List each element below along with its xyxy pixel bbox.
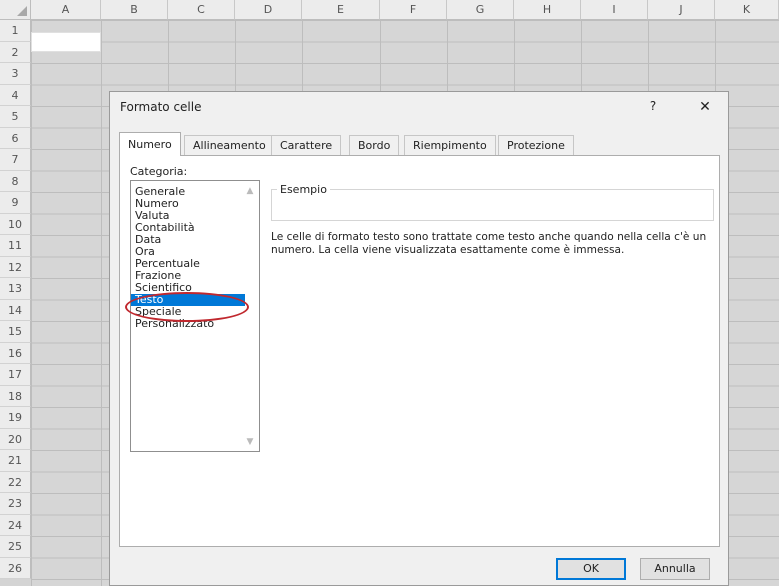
column-header-f[interactable]: F bbox=[380, 0, 447, 20]
column-gridline bbox=[101, 20, 102, 586]
row-header[interactable]: 21 bbox=[0, 450, 31, 472]
row-header[interactable]: 15 bbox=[0, 321, 31, 343]
row-header[interactable]: 1 bbox=[0, 20, 31, 42]
dialog-title: Formato celle bbox=[120, 100, 202, 114]
row-header[interactable]: 5 bbox=[0, 106, 31, 128]
row-header[interactable]: 20 bbox=[0, 428, 31, 450]
row-header[interactable]: 14 bbox=[0, 299, 31, 321]
category-label: Categoria: bbox=[130, 165, 188, 178]
row-header[interactable]: 7 bbox=[0, 149, 31, 171]
scroll-up-icon[interactable]: ▲ bbox=[243, 184, 257, 198]
tab-allineamento[interactable]: Allineamento bbox=[184, 135, 275, 155]
column-header-k[interactable]: K bbox=[715, 0, 779, 20]
close-icon[interactable]: ✕ bbox=[693, 96, 717, 118]
column-header-j[interactable]: J bbox=[648, 0, 715, 20]
tab-protezione[interactable]: Protezione bbox=[498, 135, 574, 155]
column-header-d[interactable]: D bbox=[235, 0, 302, 20]
tab-riempimento[interactable]: Riempimento bbox=[404, 135, 496, 155]
example-label: Esempio bbox=[277, 183, 330, 196]
row-header[interactable]: 12 bbox=[0, 256, 31, 278]
cancel-button[interactable]: Annulla bbox=[640, 558, 710, 580]
row-header[interactable]: 16 bbox=[0, 342, 31, 364]
help-button[interactable]: ? bbox=[643, 96, 663, 116]
row-header[interactable]: 25 bbox=[0, 536, 31, 558]
row-header[interactable]: 11 bbox=[0, 235, 31, 257]
ok-button[interactable]: OK bbox=[556, 558, 626, 580]
row-header[interactable]: 18 bbox=[0, 385, 31, 407]
row-header[interactable]: 26 bbox=[0, 557, 31, 579]
row-header[interactable]: 13 bbox=[0, 278, 31, 300]
tab-numero[interactable]: Numero bbox=[119, 132, 181, 156]
column-header-a[interactable]: A bbox=[31, 0, 101, 20]
tab-carattere[interactable]: Carattere bbox=[271, 135, 342, 155]
row-header[interactable]: 19 bbox=[0, 407, 31, 429]
row-header[interactable]: 2 bbox=[0, 41, 31, 63]
format-description: Le celle di formato testo sono trattate … bbox=[271, 231, 707, 256]
row-header[interactable]: 23 bbox=[0, 493, 31, 515]
column-header-h[interactable]: H bbox=[514, 0, 581, 20]
column-header-i[interactable]: I bbox=[581, 0, 648, 20]
column-header-e[interactable]: E bbox=[302, 0, 380, 20]
row-header[interactable]: 17 bbox=[0, 364, 31, 386]
tab-bordo[interactable]: Bordo bbox=[349, 135, 400, 155]
row-header[interactable]: 8 bbox=[0, 170, 31, 192]
tab-panel-numero: Categoria: Generale Numero Valuta Contab… bbox=[119, 155, 720, 547]
example-groupbox bbox=[271, 189, 714, 221]
row-header[interactable]: 10 bbox=[0, 213, 31, 235]
column-header-g[interactable]: G bbox=[447, 0, 514, 20]
column-header-b[interactable]: B bbox=[101, 0, 168, 20]
column-header-c[interactable]: C bbox=[168, 0, 235, 20]
row-header[interactable]: 22 bbox=[0, 471, 31, 493]
scroll-down-icon[interactable]: ▼ bbox=[243, 435, 257, 449]
select-all-corner[interactable] bbox=[0, 0, 31, 20]
select-all-icon bbox=[17, 6, 27, 16]
row-header[interactable]: 6 bbox=[0, 127, 31, 149]
active-cell-a1[interactable] bbox=[31, 32, 101, 52]
row-header[interactable]: 4 bbox=[0, 84, 31, 106]
format-cells-dialog: Formato celle ? ✕ Numero Allineamento Ca… bbox=[109, 91, 729, 586]
row-header[interactable]: 9 bbox=[0, 192, 31, 214]
row-header[interactable]: 24 bbox=[0, 514, 31, 536]
row-header[interactable]: 3 bbox=[0, 63, 31, 85]
highlight-oval bbox=[125, 292, 249, 322]
